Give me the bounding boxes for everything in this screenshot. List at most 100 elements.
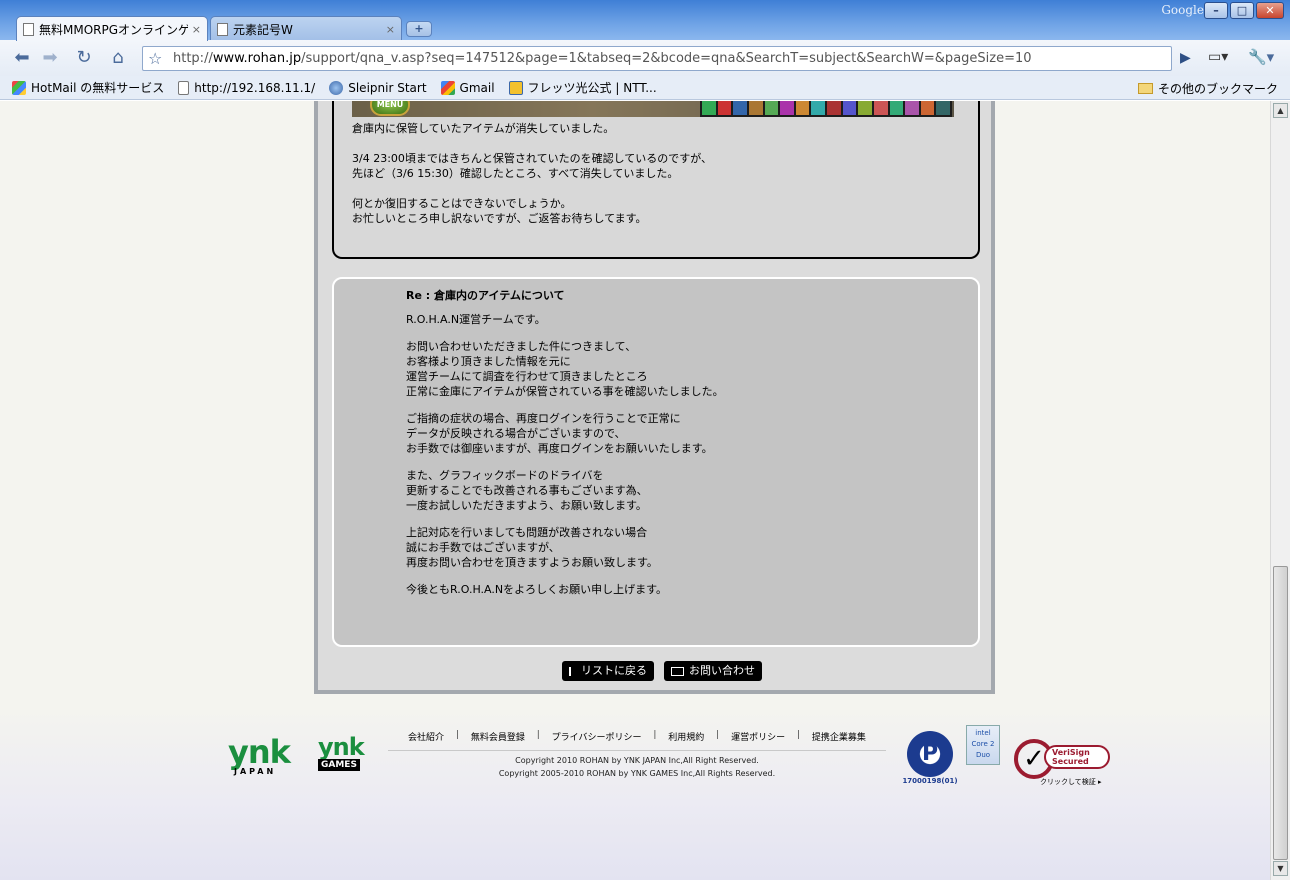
scroll-down-arrow-icon[interactable]: ▼ — [1273, 861, 1288, 876]
scroll-thumb[interactable] — [1273, 566, 1288, 860]
window-controls: – □ ✕ — [1204, 2, 1284, 19]
footer-link-privacy[interactable]: プライバシーポリシー — [552, 730, 642, 743]
footer-links: 会社紹介 | 無料会員登録 | プライバシーポリシー | 利用規約 | 運営ポリ… — [388, 730, 886, 751]
footer-link-partners[interactable]: 提携企業募集 — [812, 730, 866, 743]
footer: ynk JAPAN ynk GAMES 会社紹介 | 無料会員登録 | プライバ… — [0, 721, 1270, 801]
google-icon — [440, 80, 455, 95]
copyright-line: Copyright 2005-2010 ROHAN by YNK GAMES I… — [498, 769, 776, 778]
mail-icon — [671, 666, 684, 676]
scroll-up-arrow-icon[interactable]: ▲ — [1273, 103, 1288, 118]
question-text: 倉庫内に保管していたアイテムが消失していました。 3/4 23:00頃まではきち… — [352, 121, 972, 241]
toolbar: ⬅ ➡ ↻ ⌂ http://www.rohan.jp/support/qna_… — [0, 40, 1290, 76]
bookmark-hotmail[interactable]: HotMail の無料サービス — [12, 79, 164, 96]
vertical-scrollbar[interactable]: ▲ ▼ — [1270, 101, 1290, 880]
tab-close-icon[interactable]: × — [386, 23, 395, 36]
contact-label: お問い合わせ — [689, 664, 755, 677]
contact-button[interactable]: お問い合わせ — [664, 661, 762, 681]
verisign-label: VeriSign Secured — [1044, 745, 1110, 769]
minimize-button[interactable]: – — [1204, 2, 1228, 19]
bookmark-label: Gmail — [459, 80, 495, 95]
tab-element-symbols[interactable]: 元素記号W × — [210, 16, 402, 41]
url-prefix: http:// — [173, 51, 213, 66]
skill-bar — [700, 101, 952, 117]
bookmark-gmail[interactable]: Gmail — [440, 80, 495, 95]
flets-icon — [508, 80, 523, 95]
ynk-games-logo[interactable]: ynk — [318, 733, 365, 761]
page-menu-icon[interactable]: ▭▾ — [1208, 49, 1228, 65]
google-label: Google — [1161, 3, 1204, 17]
folder-icon — [1137, 83, 1153, 94]
intel-core2-badge: intel Core 2 Duo — [966, 725, 1000, 765]
page-icon — [217, 22, 228, 36]
answer-paragraph: 今後ともR.O.H.A.Nをよろしくお願い申し上げます。 — [406, 583, 667, 596]
answer-paragraph: また、グラフィックボードのドライバを 更新することでも改善される事もございます為、… — [406, 469, 648, 512]
reload-icon[interactable]: ↻ — [72, 46, 96, 70]
answer-paragraph: お問い合わせいただきました件につきまして、 お客様より頂きました情報を元に 運営チー… — [406, 340, 724, 398]
footer-separator: | — [536, 730, 540, 740]
copyright-line: Copyright 2010 ROHAN by YNK JAPAN Inc,Al… — [515, 756, 759, 765]
footer-separator: | — [455, 730, 459, 740]
answer-paragraph: R.O.H.A.N運営チームです。 — [406, 313, 546, 326]
ynk-japan-logo[interactable]: ynk — [228, 733, 291, 771]
answer-box: Re : 倉庫内のアイテムについて R.O.H.A.N運営チームです。 お問い合… — [332, 277, 980, 647]
address-bar[interactable]: http://www.rohan.jp/support/qna_v.asp?se… — [142, 46, 1172, 71]
tab-title: 元素記号W — [233, 22, 293, 37]
maximize-button[interactable]: □ — [1230, 2, 1254, 19]
answer-paragraph: ご指摘の症状の場合、再度ログインを行うことで正常に データが反映される場合がござい… — [406, 412, 713, 455]
privacy-mark-badge[interactable]: P 17000198(01) — [902, 725, 958, 791]
bookmark-flets[interactable]: フレッツ光公式 | NTT... — [508, 79, 657, 96]
game-screenshot: MENU — [352, 101, 954, 117]
tab-title: 無料MMORPGオンラインゲー... — [39, 22, 188, 37]
verisign-click-label[interactable]: クリックして検証 ▸ — [1040, 777, 1102, 787]
other-bookmarks[interactable]: その他のブックマーク — [1137, 80, 1278, 97]
footer-link-company[interactable]: 会社紹介 — [408, 730, 444, 743]
action-buttons: リストに戻る お問い合わせ — [562, 661, 762, 681]
tab-rohan-support[interactable]: 無料MMORPGオンラインゲー... × — [16, 16, 208, 41]
question-paragraph: 倉庫内に保管していたアイテムが消失していました。 — [352, 122, 615, 135]
answer-title: Re : 倉庫内のアイテムについて — [406, 289, 565, 302]
bookmark-sleipnir[interactable]: Sleipnir Start — [329, 80, 427, 95]
globe-icon — [329, 80, 344, 95]
answer-paragraph: 上記対応を行いましても問題が改善されない場合 誠にお手数ではございますが、 再度お問… — [406, 526, 658, 569]
page-icon — [178, 80, 190, 95]
privacy-mark-icon: P — [907, 731, 953, 777]
back-to-list-button[interactable]: リストに戻る — [562, 661, 654, 681]
back-to-list-label: リストに戻る — [581, 664, 647, 677]
page-icon — [23, 22, 34, 36]
question-box: MENU 倉庫内に保管していたアイテムが消失していました。 3/4 23:00頃… — [332, 101, 980, 259]
bookmark-router[interactable]: http://192.168.11.1/ — [178, 80, 315, 95]
url-path: /support/qna_v.asp?seq=147512&page=1&tab… — [301, 51, 1032, 66]
footer-link-terms[interactable]: 利用規約 — [668, 730, 704, 743]
go-icon[interactable]: ▶ — [1180, 50, 1191, 66]
tab-close-icon[interactable]: × — [192, 23, 201, 36]
footer-separator: | — [716, 730, 720, 740]
question-paragraph: 3/4 23:00頃まではきちんと保管されていたのを確認しているのですが、 先ほど… — [352, 152, 713, 180]
list-icon — [569, 666, 576, 676]
bookmark-label: HotMail の無料サービス — [31, 81, 165, 95]
new-tab-button[interactable]: + — [406, 21, 432, 37]
footer-separator: | — [796, 730, 800, 740]
bookmark-label: Sleipnir Start — [348, 80, 427, 95]
url-host: www.rohan.jp — [212, 51, 302, 66]
verisign-seal[interactable]: ✓ VeriSign Secured クリックして検証 ▸ — [1014, 739, 1110, 786]
ynk-japan-sub: JAPAN — [234, 767, 277, 776]
ynk-games-sub: GAMES — [318, 759, 360, 771]
other-bookmarks-label: その他のブックマーク — [1157, 82, 1278, 96]
windows-icon — [12, 80, 26, 95]
answer-text: R.O.H.A.N運営チームです。 お問い合わせいただきました件につきまして、お… — [406, 312, 946, 609]
wrench-icon[interactable]: 🔧▾ — [1248, 48, 1274, 66]
home-icon[interactable]: ⌂ — [106, 46, 130, 70]
back-arrow-icon[interactable]: ⬅ — [10, 46, 34, 70]
bookmark-label: フレッツ光公式 | NTT... — [527, 81, 657, 95]
copyright: Copyright 2010 ROHAN by YNK JAPAN Inc,Al… — [388, 754, 886, 780]
menu-badge: MENU — [370, 101, 410, 116]
question-paragraph: 何とか復旧することはできないでしょうか。 お忙しいところ申し訳ないですが、ご返答お… — [352, 197, 647, 225]
bookmarks-bar: HotMail の無料サービス http://192.168.11.1/ Sle… — [0, 76, 1290, 100]
close-window-button[interactable]: ✕ — [1256, 2, 1284, 19]
footer-link-policy[interactable]: 運営ポリシー — [731, 730, 785, 743]
footer-link-register[interactable]: 無料会員登録 — [471, 730, 525, 743]
forward-arrow-icon[interactable]: ➡ — [38, 46, 62, 70]
support-content: MENU 倉庫内に保管していたアイテムが消失していました。 3/4 23:00頃… — [314, 101, 995, 694]
bookmark-star-icon[interactable]: ☆ — [148, 49, 162, 68]
privacy-number: 17000198(01) — [902, 777, 958, 785]
